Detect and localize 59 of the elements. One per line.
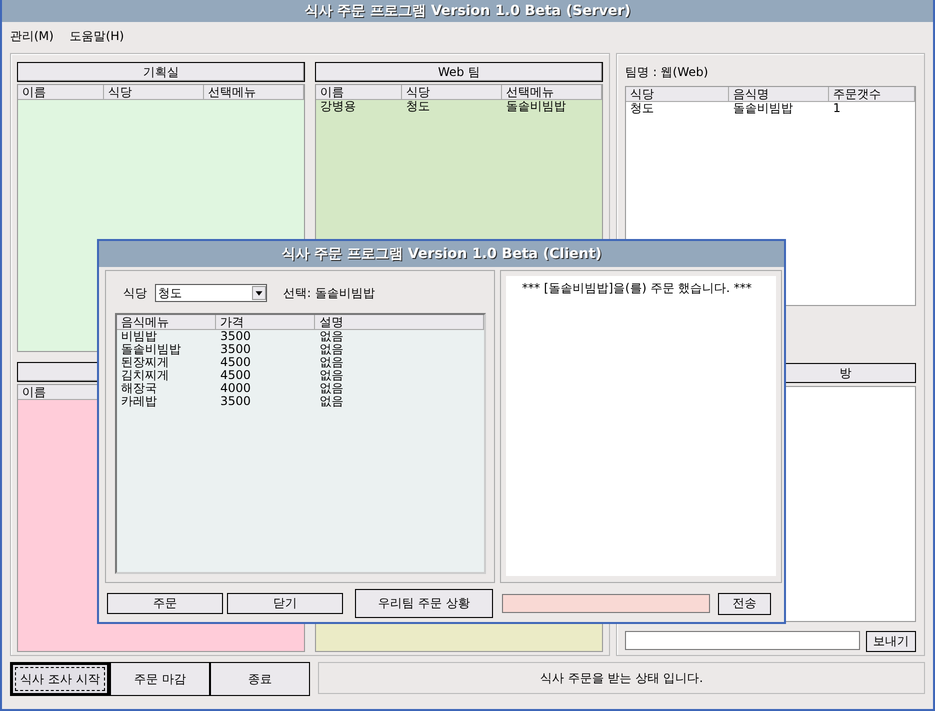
- team-header[interactable]: Web 팀: [315, 62, 603, 82]
- team-name-label: 팀명 : 웹(Web): [625, 64, 710, 81]
- column-header[interactable]: 음식명: [729, 87, 829, 102]
- restaurant-dropdown[interactable]: 청도: [155, 284, 267, 302]
- menu-item[interactable]: 도움말(H): [70, 28, 124, 44]
- restaurant-label: 식당: [123, 284, 147, 302]
- send-button[interactable]: 보내기: [866, 631, 916, 652]
- menu-item[interactable]: 관리(M): [10, 28, 54, 44]
- table-cell-text: 청도: [629, 102, 655, 115]
- column-header[interactable]: 선택메뉴: [204, 85, 304, 100]
- table-cell-text: 3500: [219, 330, 252, 343]
- table-cell-text: 카레밥: [120, 395, 158, 408]
- table-cell-text: 돌솥비빔밥: [120, 343, 182, 356]
- table-cell-text: 3500: [219, 395, 252, 408]
- action-button[interactable]: 식사 조사 시작: [10, 662, 110, 696]
- table-cell-text: 없음: [318, 343, 344, 356]
- send-button[interactable]: 전송: [718, 592, 771, 614]
- table-cell-text: 4500: [219, 369, 252, 382]
- column-header[interactable]: 식당: [626, 87, 729, 102]
- column-header[interactable]: 식당: [104, 85, 204, 100]
- table-cell-text: 없음: [318, 356, 344, 369]
- table-cell-text: 4000: [219, 382, 252, 395]
- table-cell-text: 3500: [219, 343, 252, 356]
- action-button[interactable]: 종료: [210, 662, 310, 696]
- window-title: 식사 주문 프로그램 Version 1.0 Beta (Client): [281, 245, 602, 263]
- team-header[interactable]: 기획실: [17, 62, 305, 82]
- column-header[interactable]: 식당: [402, 85, 502, 100]
- table-cell-text: 해장국: [120, 382, 158, 395]
- table-cell-text: 비빔밥: [120, 330, 158, 343]
- table-cell-text: 돌솥비빔밥: [505, 100, 567, 113]
- table-cell-text: 돌솥비빔밥: [732, 102, 794, 115]
- column-header[interactable]: 이름: [316, 85, 402, 100]
- table-cell-text: 청도: [405, 100, 431, 113]
- column-header[interactable]: 가격: [216, 315, 316, 330]
- table-cell-text: 없음: [318, 395, 344, 408]
- window-title: 식사 주문 프로그램 Version 1.0 Beta (Server): [304, 2, 631, 20]
- column-header[interactable]: 음식메뉴: [117, 315, 216, 330]
- dialog-button[interactable]: 주문: [107, 593, 223, 614]
- table-cell-text: 없음: [318, 330, 344, 343]
- table-cell-text: 없음: [318, 369, 344, 382]
- column-header[interactable]: 선택메뉴: [502, 85, 602, 100]
- message-input-field[interactable]: [502, 594, 710, 613]
- table-cell-text: 된장찌게: [120, 356, 170, 369]
- table-cell-text: 1: [832, 102, 842, 115]
- caret-icon: [252, 286, 266, 300]
- column-header[interactable]: 주문갯수: [829, 87, 915, 102]
- table-cell-text: 4500: [219, 356, 252, 369]
- action-button[interactable]: 주문 마감: [110, 662, 210, 696]
- team-status-button[interactable]: 우리팀 주문 상황: [355, 589, 493, 618]
- status-text: 식사 주문을 받는 상태 입니다.: [318, 662, 925, 694]
- table-cell-text: 김치찌게: [120, 369, 170, 382]
- table-cell-text: 강병용: [319, 100, 357, 113]
- table-cell-text: 없음: [318, 382, 344, 395]
- selection-label: 선택: 돌솥비빔밥: [283, 284, 375, 302]
- dialog-button[interactable]: 닫기: [227, 593, 343, 614]
- column-header[interactable]: 이름: [18, 85, 104, 100]
- log-line: *** [돌솥비빔밥]을(를) 주문 했습니다. ***: [522, 280, 753, 297]
- chat-input-field[interactable]: [625, 631, 860, 650]
- column-header[interactable]: 설명: [315, 315, 484, 330]
